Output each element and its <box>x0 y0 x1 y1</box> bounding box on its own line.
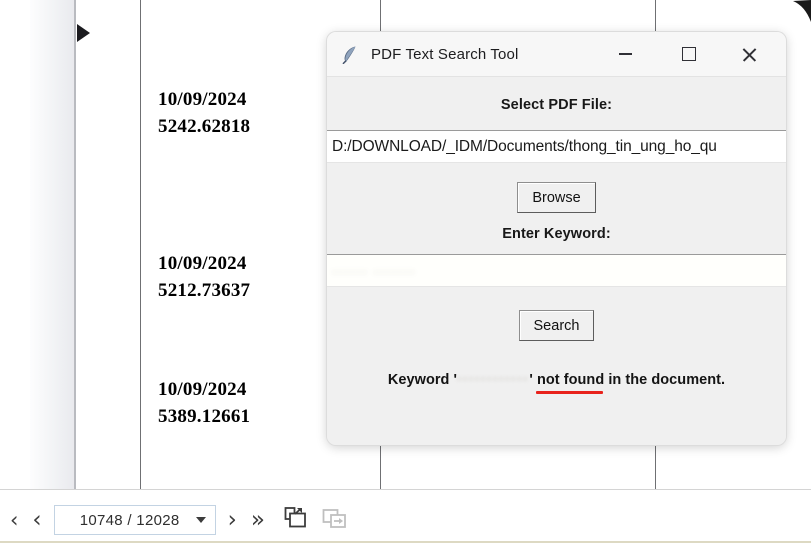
page-column-rule <box>140 0 141 489</box>
entry-date: 10/09/2024 <box>158 379 247 400</box>
entry-date: 10/09/2024 <box>158 89 247 110</box>
pdf-text-entry: 10/09/2024 5242.62818 <box>158 86 250 140</box>
entry-date: 10/09/2024 <box>158 253 247 274</box>
status-suffix: in the document. <box>604 372 726 388</box>
status-keyword-blurred: ············ <box>457 372 530 389</box>
entry-amount: 5212.73637 <box>158 280 251 301</box>
pdf-text-entry: 10/09/2024 5389.12661 <box>158 376 250 430</box>
pdf-file-path-value: D:/DOWNLOAD/_IDM/Documents/thong_tin_ung… <box>332 137 717 155</box>
status-prefix: Keyword ' <box>387 372 458 388</box>
dialog-body: Select PDF File: D:/DOWNLOAD/_IDM/Docume… <box>327 77 786 445</box>
pdf-file-path-input[interactable]: D:/DOWNLOAD/_IDM/Documents/thong_tin_ung… <box>327 130 786 163</box>
keyword-input[interactable]: ······ ······· <box>327 254 786 287</box>
chevron-down-icon[interactable] <box>195 517 206 523</box>
minimize-icon <box>618 53 632 55</box>
maximize-button[interactable] <box>666 32 712 76</box>
keyword-value-blurred: ······ ······· <box>332 262 417 279</box>
search-button[interactable]: Search <box>518 310 595 341</box>
expand-sidebar-icon[interactable] <box>77 24 90 42</box>
entry-amount: 5242.62818 <box>158 116 251 137</box>
browse-button[interactable]: Browse <box>517 182 596 213</box>
maximize-icon <box>682 47 696 61</box>
last-page-button[interactable]: » <box>244 508 272 532</box>
pdf-text-search-tool-window: PDF Text Search Tool Select PDF File: D:… <box>327 32 786 445</box>
page-indicator-text: 10748 / 12028 <box>79 511 180 529</box>
pdf-sidebar-strip[interactable] <box>30 0 90 489</box>
status-quote-close: ' <box>529 372 537 388</box>
dialog-titlebar[interactable]: PDF Text Search Tool <box>327 32 786 77</box>
next-page-button[interactable]: › <box>221 508 244 532</box>
cursor-arrow-icon <box>785 0 811 26</box>
pdf-bottom-toolbar: ‹ ‹ 10748 / 12028 › » <box>0 489 811 550</box>
first-page-button[interactable]: ‹ <box>6 509 25 531</box>
minimize-button[interactable] <box>602 32 648 76</box>
status-message: Keyword '············' not found in the … <box>327 372 786 394</box>
entry-amount: 5389.12661 <box>158 406 251 427</box>
select-pdf-file-label: Select PDF File: <box>500 97 613 113</box>
close-icon <box>742 47 757 62</box>
status-highlight-not-found: not found <box>535 372 605 394</box>
page-number-selector[interactable]: 10748 / 12028 <box>53 505 216 535</box>
pdf-text-entry: 10/09/2024 5212.73637 <box>158 250 250 304</box>
feather-quill-icon <box>342 46 356 64</box>
close-button[interactable] <box>726 32 772 76</box>
restore-window-icon[interactable] <box>322 506 348 535</box>
dialog-title-text: PDF Text Search Tool <box>371 45 519 63</box>
enter-keyword-label: Enter Keyword: <box>502 226 611 242</box>
previous-page-button[interactable]: ‹ <box>25 508 48 532</box>
popout-window-icon[interactable] <box>284 506 310 535</box>
